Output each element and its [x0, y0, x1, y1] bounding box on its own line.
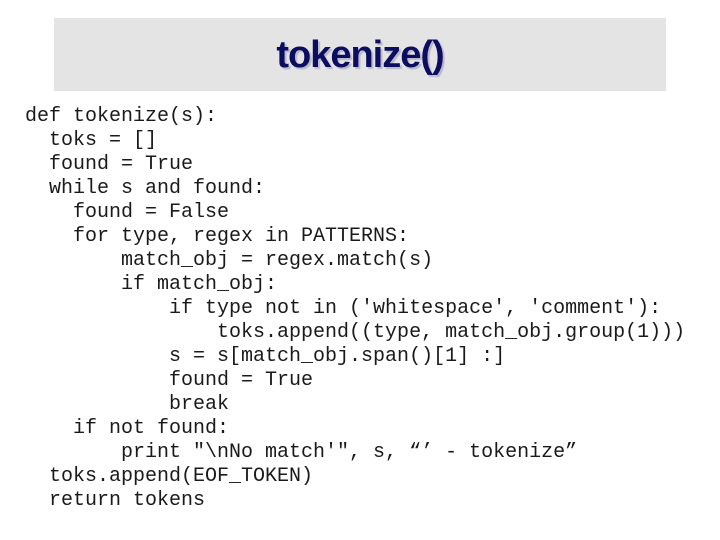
code-line-for: for type, regex in PATTERNS:: [25, 225, 410, 248]
code-line-if-not-found: if not found:: [25, 417, 230, 440]
code-line-toks-append-eof: toks.append(EOF_TOKEN): [25, 465, 314, 488]
code-line-toks-append-type: toks.append((type, match_obj.group(1))): [25, 321, 686, 344]
title-banner: tokenize(): [54, 18, 666, 91]
code-line-if-match: if match_obj:: [25, 273, 278, 296]
code-line-found-true: found = True: [25, 153, 194, 176]
code-line-found-false: found = False: [25, 201, 230, 224]
code-line-toks-init: toks = []: [25, 129, 158, 152]
code-block: def tokenize(s): toks = [] found = True …: [25, 105, 685, 513]
code-line-match-obj: match_obj = regex.match(s): [25, 249, 434, 272]
code-line-found-true-inner: found = True: [25, 369, 314, 392]
code-line-def: def tokenize(s):: [25, 105, 218, 128]
code-line-if-type: if type not in ('whitespace', 'comment')…: [25, 297, 662, 320]
code-line-return: return tokens: [25, 489, 206, 512]
slide-title: tokenize(): [276, 34, 444, 76]
code-line-slice: s = s[match_obj.span()[1] :]: [25, 345, 506, 368]
code-line-while: while s and found:: [25, 177, 266, 200]
code-line-break: break: [25, 393, 230, 416]
code-line-print: print "\nNo match'", s, “’ - tokenize”: [25, 441, 578, 464]
